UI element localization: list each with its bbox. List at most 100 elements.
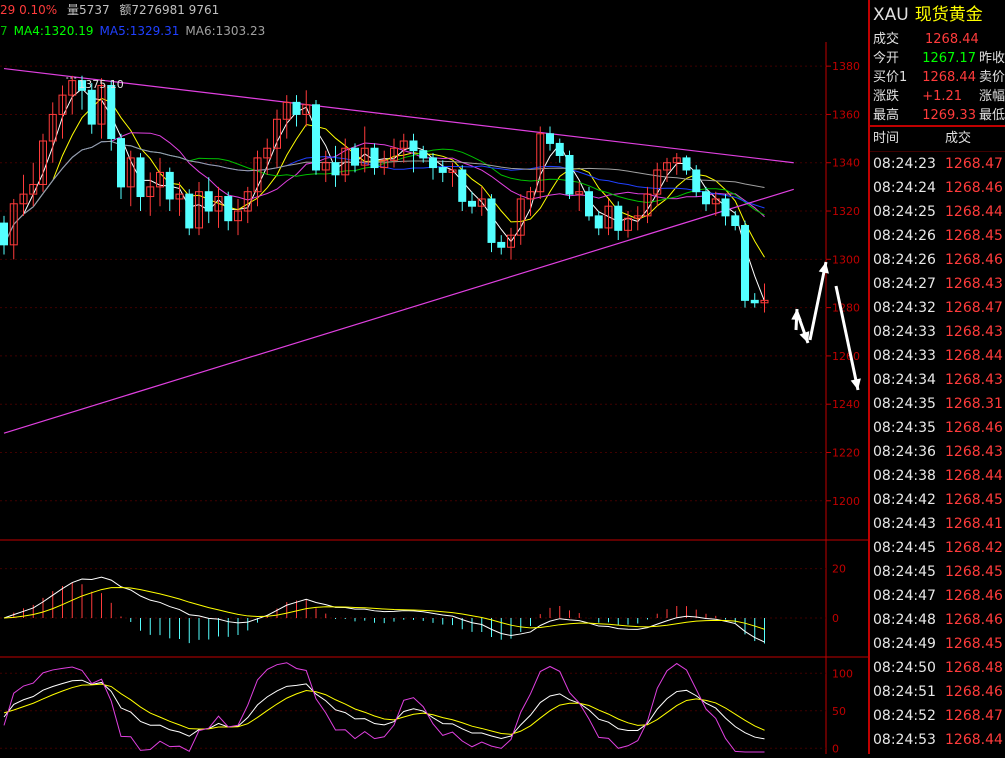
candle-body: [87, 89, 96, 125]
quote-label: 今开: [873, 51, 900, 66]
candle-body: [185, 193, 194, 229]
y-tick-label: 1280: [832, 302, 860, 315]
tick-price: 1268.47: [945, 708, 1003, 724]
tick-row: 08:24:51 1268.46: [870, 680, 1005, 704]
volume-text: 量5737: [67, 3, 110, 17]
tick-time: 08:24:48: [873, 612, 936, 628]
tick-price: 1268.48: [945, 660, 1003, 676]
tick-time: 08:24:27: [873, 276, 936, 292]
quote-label-2: 卖价: [978, 70, 1005, 85]
tick-row: 08:24:38 1268.44: [870, 464, 1005, 488]
tick-price: 1268.47: [945, 300, 1003, 316]
tick-time: 08:24:25: [873, 204, 936, 220]
quote-label-2: 昨收: [978, 51, 1005, 66]
arrow-head: [818, 262, 829, 274]
tick-time: 08:24:33: [873, 348, 936, 364]
tick-time: 08:24:52: [873, 708, 936, 724]
candle-body: [546, 133, 554, 144]
candle-body: [312, 104, 320, 171]
instrument-name: 现货黄金: [914, 5, 983, 25]
ma-legend-item: MA5:1329.31: [99, 24, 180, 38]
macd-dif-line: [3, 576, 765, 643]
tick-row: 08:24:50 1268.48: [870, 656, 1005, 680]
ticks-price-header: 成交: [945, 131, 972, 146]
tick-row: 08:24:33 1268.44: [870, 344, 1005, 368]
y-tick-label: 1340: [832, 157, 860, 170]
candle-body: [682, 157, 691, 171]
quote-label-2: 涨幅: [978, 89, 1005, 104]
tick-price: 1268.43: [945, 276, 1003, 292]
tick-time: 08:24:49: [873, 636, 936, 652]
candle-body: [165, 171, 174, 200]
quote-label: 最高: [873, 108, 900, 123]
tick-row: 08:24:27 1268.43: [870, 272, 1005, 296]
quote-row: 今开 1267.17 昨收: [870, 49, 1005, 68]
tick-price: 1268.44: [945, 348, 1003, 364]
arrow-annotation: [808, 261, 828, 341]
chart-area[interactable]: 1380 1360 1340 1320 1300 1280 1260 1240 1220 1200…: [0, 0, 868, 755]
tick-price: 1268.44: [945, 468, 1003, 484]
quote-label: 成交: [873, 32, 900, 47]
candle-body: [136, 157, 145, 198]
tick-price: 1268.46: [945, 588, 1003, 604]
candle-body: [224, 196, 233, 222]
candle-body: [351, 147, 359, 166]
candle-body: [429, 157, 437, 169]
candle-body: [487, 198, 496, 243]
tick-row: 08:24:43 1268.41: [870, 512, 1005, 536]
quote-row: 最高 1269.33 最低: [870, 106, 1005, 125]
tick-row: 08:24:42 1268.45: [870, 488, 1005, 512]
quote-row: 成交 1268.44: [870, 30, 1005, 49]
tick-time: 08:24:53: [873, 732, 936, 748]
candle-body: [585, 191, 593, 217]
quote-value: +1.21: [922, 89, 963, 104]
kline-chart[interactable]: 1380 1360 1340 1320 1300 1280 1260 1240 1220 1200…: [0, 0, 868, 755]
tick-time: 08:24:26: [873, 228, 936, 244]
tick-price: 1268.45: [945, 564, 1003, 580]
candle-body: [750, 299, 759, 304]
y-tick-label: 1320: [832, 205, 860, 218]
tick-list[interactable]: 08:24:23 1268.47 08:24:24 1268.46 08:24:25 12…: [870, 152, 1005, 752]
y-tick-label: 1240: [832, 398, 860, 411]
tick-time: 08:24:42: [873, 492, 936, 508]
tick-row: 08:24:34 1268.43: [870, 368, 1005, 392]
tick-time: 08:24:45: [873, 540, 936, 556]
candle-body: [555, 142, 564, 156]
tick-price: 1268.46: [945, 684, 1003, 700]
tick-row: 08:24:52 1268.47: [870, 704, 1005, 728]
quote-label: 买价1: [873, 70, 908, 85]
candle-body: [497, 241, 506, 248]
tick-price: 1268.44: [945, 732, 1003, 748]
tick-row: 08:24:26 1268.45: [870, 224, 1005, 248]
tick-row: 08:24:26 1268.46: [870, 248, 1005, 272]
candle-body: [419, 150, 428, 159]
candle-body: [204, 191, 213, 212]
y-tick-label: 100: [832, 667, 853, 680]
y-tick-label: 0: [832, 612, 839, 625]
candle-body: [438, 167, 447, 173]
quote-value: 1268.44: [925, 32, 979, 47]
tick-row: 08:24:33 1268.43: [870, 320, 1005, 344]
tick-time: 08:24:38: [873, 468, 936, 484]
ma-legend-item: 7: [0, 24, 8, 38]
tick-row: 08:24:45 1268.42: [870, 536, 1005, 560]
quote-panel: XAU 现货黄金 成交 1268.44 今开 1267.17 昨收买价1 1268.44 卖价…: [868, 0, 1005, 754]
tick-price: 1268.46: [945, 420, 1003, 436]
header-info: 29 0.10% 量5737 额7276981 9761: [0, 0, 868, 20]
tick-row: 08:24:25 1268.44: [870, 200, 1005, 224]
candle-body: [692, 169, 701, 193]
ticks-time-header: 时间: [873, 131, 900, 146]
quote-value: 1267.17: [922, 51, 976, 66]
tick-row: 08:24:35 1268.46: [870, 416, 1005, 440]
candle-body: [614, 205, 623, 231]
tick-price: 1268.31: [945, 396, 1003, 412]
candle-body: [731, 215, 740, 227]
tick-time: 08:24:24: [873, 180, 936, 196]
quote-label: 涨跌: [873, 89, 900, 104]
tick-time: 08:24:33: [873, 324, 936, 340]
quote-title: XAU 现货黄金: [870, 0, 1005, 30]
candle-body: [409, 140, 418, 152]
lower-trendline: [3, 188, 794, 434]
symbol: XAU: [873, 5, 909, 25]
candle-body: [594, 215, 603, 229]
